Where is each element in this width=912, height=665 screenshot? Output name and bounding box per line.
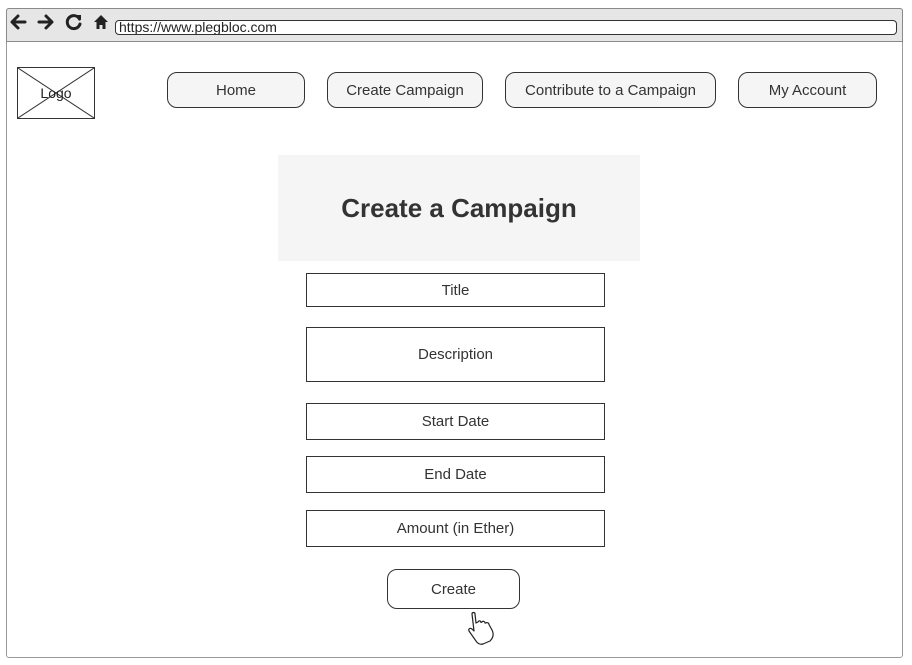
hand-pointer-icon bbox=[462, 610, 500, 646]
create-button[interactable]: Create bbox=[387, 569, 520, 609]
address-bar[interactable]: https://www.plegbloc.com bbox=[115, 20, 897, 35]
forward-arrow-icon[interactable] bbox=[36, 12, 56, 32]
title-field-label: Title bbox=[441, 281, 470, 299]
logo-label: Logo bbox=[40, 85, 72, 101]
nav-home-button[interactable]: Home bbox=[167, 72, 305, 108]
page-title: Create a Campaign bbox=[341, 192, 577, 223]
nav-create-campaign-button[interactable]: Create Campaign bbox=[327, 72, 483, 108]
reload-icon[interactable] bbox=[64, 12, 84, 32]
heading-panel: Create a Campaign bbox=[278, 155, 640, 261]
start-date-field[interactable]: Start Date bbox=[306, 403, 605, 440]
home-icon[interactable] bbox=[91, 12, 111, 32]
start-date-field-label: Start Date bbox=[421, 413, 490, 430]
title-field[interactable]: Title bbox=[306, 273, 605, 307]
amount-field-label: Amount (in Ether) bbox=[396, 520, 515, 537]
logo: Logo bbox=[17, 67, 95, 119]
end-date-field-label: End Date bbox=[424, 466, 487, 483]
url-text: https://www.plegbloc.com bbox=[119, 20, 277, 35]
back-arrow-icon[interactable] bbox=[8, 12, 28, 32]
description-field-label: Description bbox=[417, 346, 494, 363]
nav-contribute-button[interactable]: Contribute to a Campaign bbox=[505, 72, 716, 108]
end-date-field[interactable]: End Date bbox=[306, 456, 605, 493]
amount-field[interactable]: Amount (in Ether) bbox=[306, 510, 605, 547]
nav-my-account-button[interactable]: My Account bbox=[738, 72, 877, 108]
description-field[interactable]: Description bbox=[306, 327, 605, 382]
